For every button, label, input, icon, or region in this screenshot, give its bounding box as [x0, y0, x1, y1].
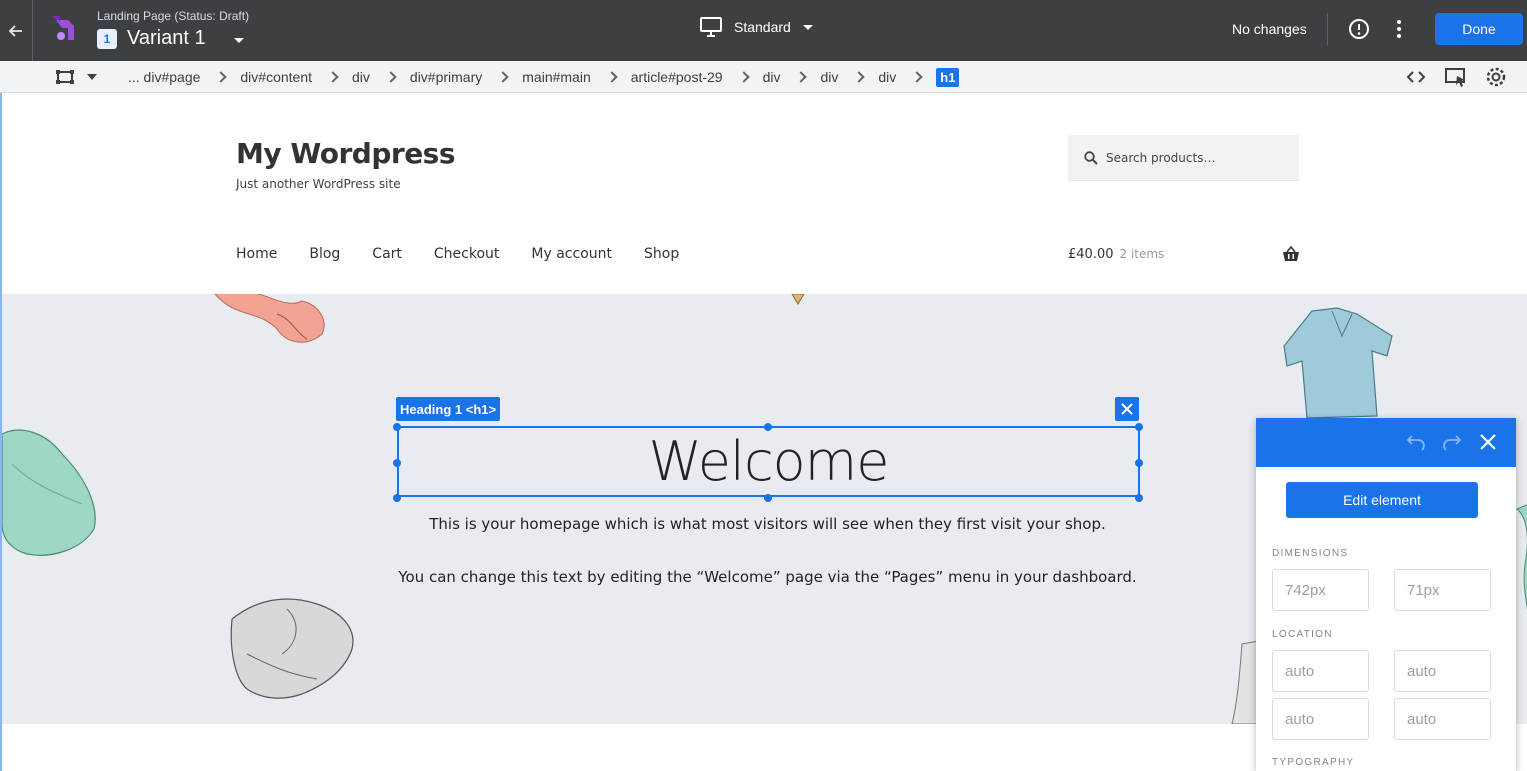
search-placeholder: Search products… [1106, 150, 1216, 165]
site-header: My Wordpress Just another WordPress site… [2, 93, 1527, 294]
element-properties-panel: Edit element DIMENSIONS 742px 71px LOCAT… [1256, 418, 1516, 771]
selected-heading-frame[interactable]: Welcome [397, 426, 1140, 497]
breadcrumb-item[interactable]: div#content [240, 69, 312, 85]
changes-status: No changes [1232, 21, 1307, 37]
chevron-right-icon [853, 71, 866, 83]
breadcrumb-item[interactable]: div#primary [410, 69, 482, 85]
resize-handle-w[interactable] [393, 459, 401, 467]
gear-icon[interactable] [1485, 66, 1507, 88]
chevron-right-icon [327, 71, 339, 83]
nav-link-checkout[interactable]: Checkout [434, 246, 500, 262]
chevron-down-icon [802, 24, 813, 30]
typography-label: TYPOGRAPHY [1272, 757, 1355, 768]
redo-icon[interactable] [1442, 433, 1462, 451]
selection-mode-toggle[interactable] [55, 68, 105, 86]
breadcrumb-item[interactable]: main#main [522, 69, 590, 85]
grey-hoodie-illustration [230, 598, 354, 699]
device-label: Standard [734, 19, 791, 35]
breadcrumb-item[interactable]: div [763, 69, 781, 85]
panel-header [1256, 418, 1516, 467]
location-label: LOCATION [1272, 629, 1333, 640]
variant-number-badge: 1 [97, 28, 117, 49]
dimensions-label: DIMENSIONS [1272, 548, 1349, 559]
close-icon[interactable] [1479, 433, 1497, 451]
chevron-right-icon [737, 71, 750, 83]
teal-sweater-illustration [2, 429, 96, 556]
back-button[interactable] [0, 0, 33, 61]
resize-handle-nw[interactable] [393, 423, 401, 431]
deselect-button[interactable] [1115, 397, 1139, 421]
site-nav: Home Blog Cart Checkout My account Shop [236, 246, 679, 262]
edit-element-button[interactable]: Edit element [1286, 482, 1478, 518]
nav-link-home[interactable]: Home [236, 246, 277, 262]
breadcrumb-tools [1405, 66, 1507, 88]
resize-handle-s[interactable] [764, 494, 772, 502]
cart-count: 2 items [1119, 247, 1165, 261]
breadcrumb-item[interactable]: div [352, 69, 370, 85]
tag-illustration [791, 294, 805, 305]
cart-total: £40.00 [1068, 247, 1114, 262]
optimize-logo-icon [52, 16, 74, 40]
chevron-right-icon [215, 71, 228, 83]
undo-icon[interactable] [1406, 433, 1426, 451]
site-tagline: Just another WordPress site [236, 177, 401, 191]
element-breadcrumb-bar: ... div#page div#content div div#primary mai… [0, 61, 1527, 93]
chevron-down-icon [87, 74, 97, 80]
arrow-left-icon [9, 24, 22, 37]
breadcrumb-item[interactable]: article#post-29 [631, 69, 723, 85]
cart-summary[interactable]: £40.00 2 items [1068, 247, 1164, 262]
select-element-icon[interactable] [1445, 66, 1467, 88]
variant-name: Variant 1 [127, 27, 206, 49]
editor-topbar: Landing Page (Status: Draft) 1 Variant 1… [0, 0, 1527, 61]
search-icon [1084, 150, 1098, 165]
alert-icon[interactable] [1348, 18, 1370, 40]
location-top-field[interactable]: auto [1272, 650, 1369, 692]
device-selector[interactable]: Standard [700, 17, 813, 37]
basket-icon[interactable] [1282, 246, 1300, 262]
search-input[interactable]: Search products… [1068, 135, 1299, 181]
nav-link-blog[interactable]: Blog [309, 246, 340, 262]
breadcrumb-item[interactable]: h1 [936, 67, 960, 87]
blue-polo-illustration [1283, 307, 1393, 419]
more-vert-icon[interactable] [1391, 18, 1407, 40]
done-button[interactable]: Done [1435, 13, 1523, 45]
pink-hoodie-illustration [214, 294, 325, 343]
select-box-icon [56, 70, 74, 84]
page-status-text: Landing Page (Status: Draft) [97, 9, 250, 23]
breadcrumb-item[interactable]: div [820, 69, 838, 85]
location-left-field[interactable]: auto [1394, 698, 1491, 740]
nav-link-my-account[interactable]: My account [531, 246, 612, 262]
chevron-right-icon [606, 71, 618, 83]
code-icon[interactable] [1405, 66, 1427, 88]
location-right-field[interactable]: auto [1394, 650, 1491, 692]
breadcrumb: ... div#page div#content div div#primary mai… [128, 61, 960, 93]
resize-handle-e[interactable] [1135, 459, 1143, 467]
width-field[interactable]: 742px [1272, 569, 1369, 611]
hero-heading[interactable]: Welcome [648, 430, 889, 493]
chevron-down-icon [233, 38, 244, 43]
resize-handle-sw[interactable] [393, 494, 401, 502]
chevron-right-icon [795, 71, 808, 83]
desktop-icon [700, 17, 722, 37]
location-bottom-field[interactable]: auto [1272, 698, 1369, 740]
nav-link-cart[interactable]: Cart [372, 246, 402, 262]
variant-selector[interactable]: 1 Variant 1 [97, 27, 244, 50]
nav-link-shop[interactable]: Shop [644, 246, 679, 262]
selection-tag: Heading 1 <h1> [396, 397, 501, 421]
divider [1327, 13, 1328, 45]
breadcrumb-item[interactable]: div [878, 69, 896, 85]
chevron-right-icon [497, 71, 509, 83]
breadcrumb-item[interactable]: ... div#page [128, 69, 200, 85]
resize-handle-n[interactable] [764, 423, 772, 431]
chevron-right-icon [911, 71, 923, 83]
site-title[interactable]: My Wordpress [236, 137, 456, 170]
resize-handle-se[interactable] [1135, 494, 1143, 502]
close-icon [1121, 403, 1133, 415]
chevron-right-icon [385, 71, 397, 83]
height-field[interactable]: 71px [1394, 569, 1491, 611]
resize-handle-ne[interactable] [1135, 423, 1143, 431]
